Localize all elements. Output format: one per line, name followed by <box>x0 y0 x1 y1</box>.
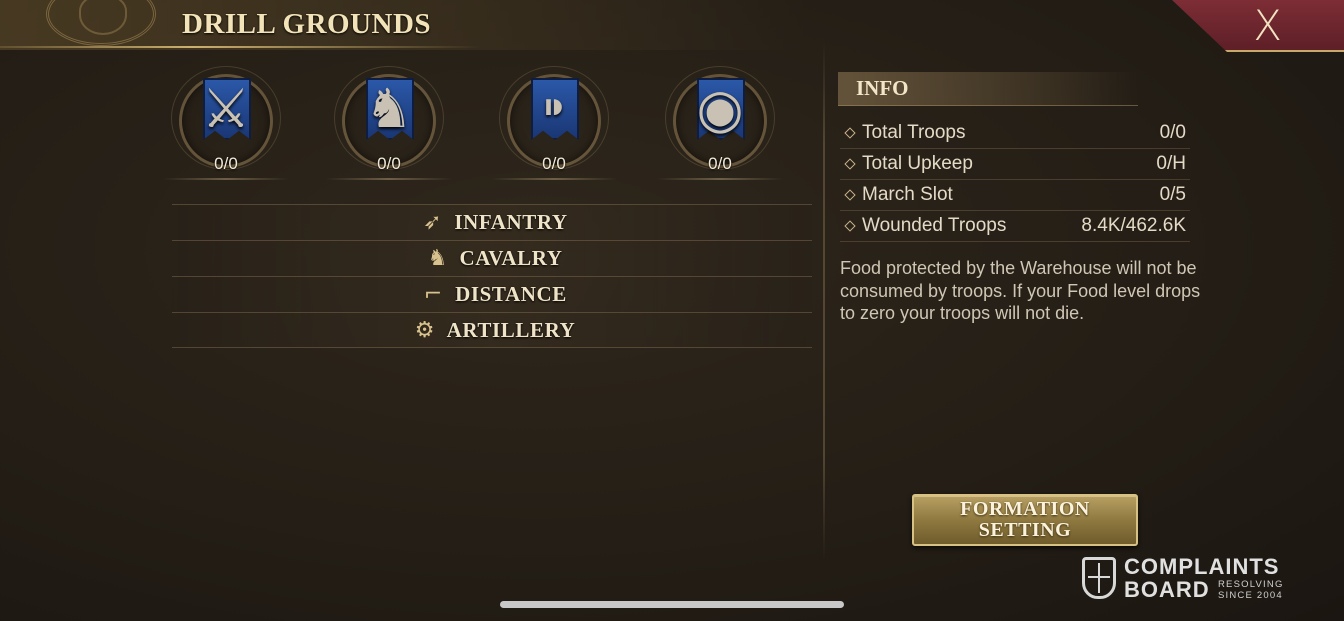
watermark-tagline2: SINCE 2004 <box>1218 590 1283 601</box>
troop-slot-cavalry[interactable]: ♞ 0/0 <box>326 60 452 182</box>
diamond-bullet-icon <box>844 158 856 170</box>
category-distance[interactable]: ⌐ DISTANCE <box>172 276 812 312</box>
diamond-bullet-icon <box>844 220 856 232</box>
watermark-line1: COMPLAINTS <box>1124 554 1280 579</box>
troop-count: 0/0 <box>214 154 238 173</box>
troop-slot-distance[interactable]: ⁍ 0/0 <box>491 60 617 182</box>
watermark: COMPLAINTS BOARD RESOLVING SINCE 2004 <box>1082 556 1302 602</box>
info-row-total-upkeep: Total Upkeep 0/H <box>840 149 1190 180</box>
info-label: March Slot <box>862 184 953 205</box>
spear-banner-icon: ⚔ <box>201 77 251 140</box>
diamond-bullet-icon <box>844 127 856 139</box>
title-underline <box>0 46 480 48</box>
category-label: DISTANCE <box>455 282 567 306</box>
close-icon[interactable]: X <box>1253 4 1282 48</box>
category-infantry[interactable]: ➶ INFANTRY <box>172 204 812 240</box>
info-row-wounded-troops: Wounded Troops 8.4K/462.6K <box>840 211 1190 242</box>
formation-setting-label: FORMATION SETTING <box>960 498 1090 541</box>
info-value: 8.4K/462.6K <box>1081 215 1186 236</box>
info-label: Wounded Troops <box>862 215 1007 236</box>
panel-divider <box>823 40 825 560</box>
troop-slot-artillery[interactable]: ◉ 0/0 <box>657 60 783 182</box>
troop-count: 0/0 <box>377 154 401 173</box>
category-cavalry[interactable]: ♞ CAVALRY <box>172 240 812 276</box>
info-description: Food protected by the Warehouse will not… <box>840 258 1201 323</box>
horse-shield-banner-icon: ♞ <box>364 77 414 140</box>
info-list: Total Troops 0/0 Total Upkeep 0/H March … <box>840 118 1190 242</box>
horse-head-icon: ♞ <box>427 246 448 271</box>
diamond-bullet-icon <box>844 189 856 201</box>
info-header: INFO <box>838 72 1138 106</box>
spear-icon: ➶ <box>423 210 442 235</box>
cannon-icon: ⚙ <box>414 317 435 343</box>
shield-logo-icon <box>1082 557 1116 599</box>
pistol-icon: ⌐ <box>423 282 443 307</box>
category-artillery[interactable]: ⚙ ARTILLERY <box>172 312 812 348</box>
info-label: Total Troops <box>862 122 966 143</box>
info-value: 0/H <box>1156 153 1186 174</box>
formation-setting-button[interactable]: FORMATION SETTING <box>912 494 1138 546</box>
info-value: 0/5 <box>1159 184 1186 205</box>
watermark-line2: BOARD <box>1124 577 1210 602</box>
troop-count: 0/0 <box>708 154 732 173</box>
troop-category-list: ➶ INFANTRY ♞ CAVALRY ⌐ DISTANCE ⚙ ARTILL… <box>172 204 812 348</box>
home-indicator[interactable] <box>500 601 844 608</box>
info-value: 0/0 <box>1159 122 1186 143</box>
cannon-banner-icon: ◉ <box>696 77 744 140</box>
watermark-tagline1: RESOLVING <box>1218 579 1284 590</box>
info-row-march-slot: March Slot 0/5 <box>840 180 1190 211</box>
info-title: INFO <box>856 76 909 100</box>
info-label: Total Upkeep <box>862 153 973 174</box>
troop-count: 0/0 <box>542 154 566 173</box>
info-row-total-troops: Total Troops 0/0 <box>840 118 1190 149</box>
troop-slot-infantry[interactable]: ⚔ 0/0 <box>163 60 289 182</box>
category-label: CAVALRY <box>459 246 563 270</box>
musket-banner-icon: ⁍ <box>540 77 568 140</box>
category-label: ARTILLERY <box>446 317 576 342</box>
category-label: INFANTRY <box>454 210 568 234</box>
page-title: DRILL GROUNDS <box>182 8 432 40</box>
